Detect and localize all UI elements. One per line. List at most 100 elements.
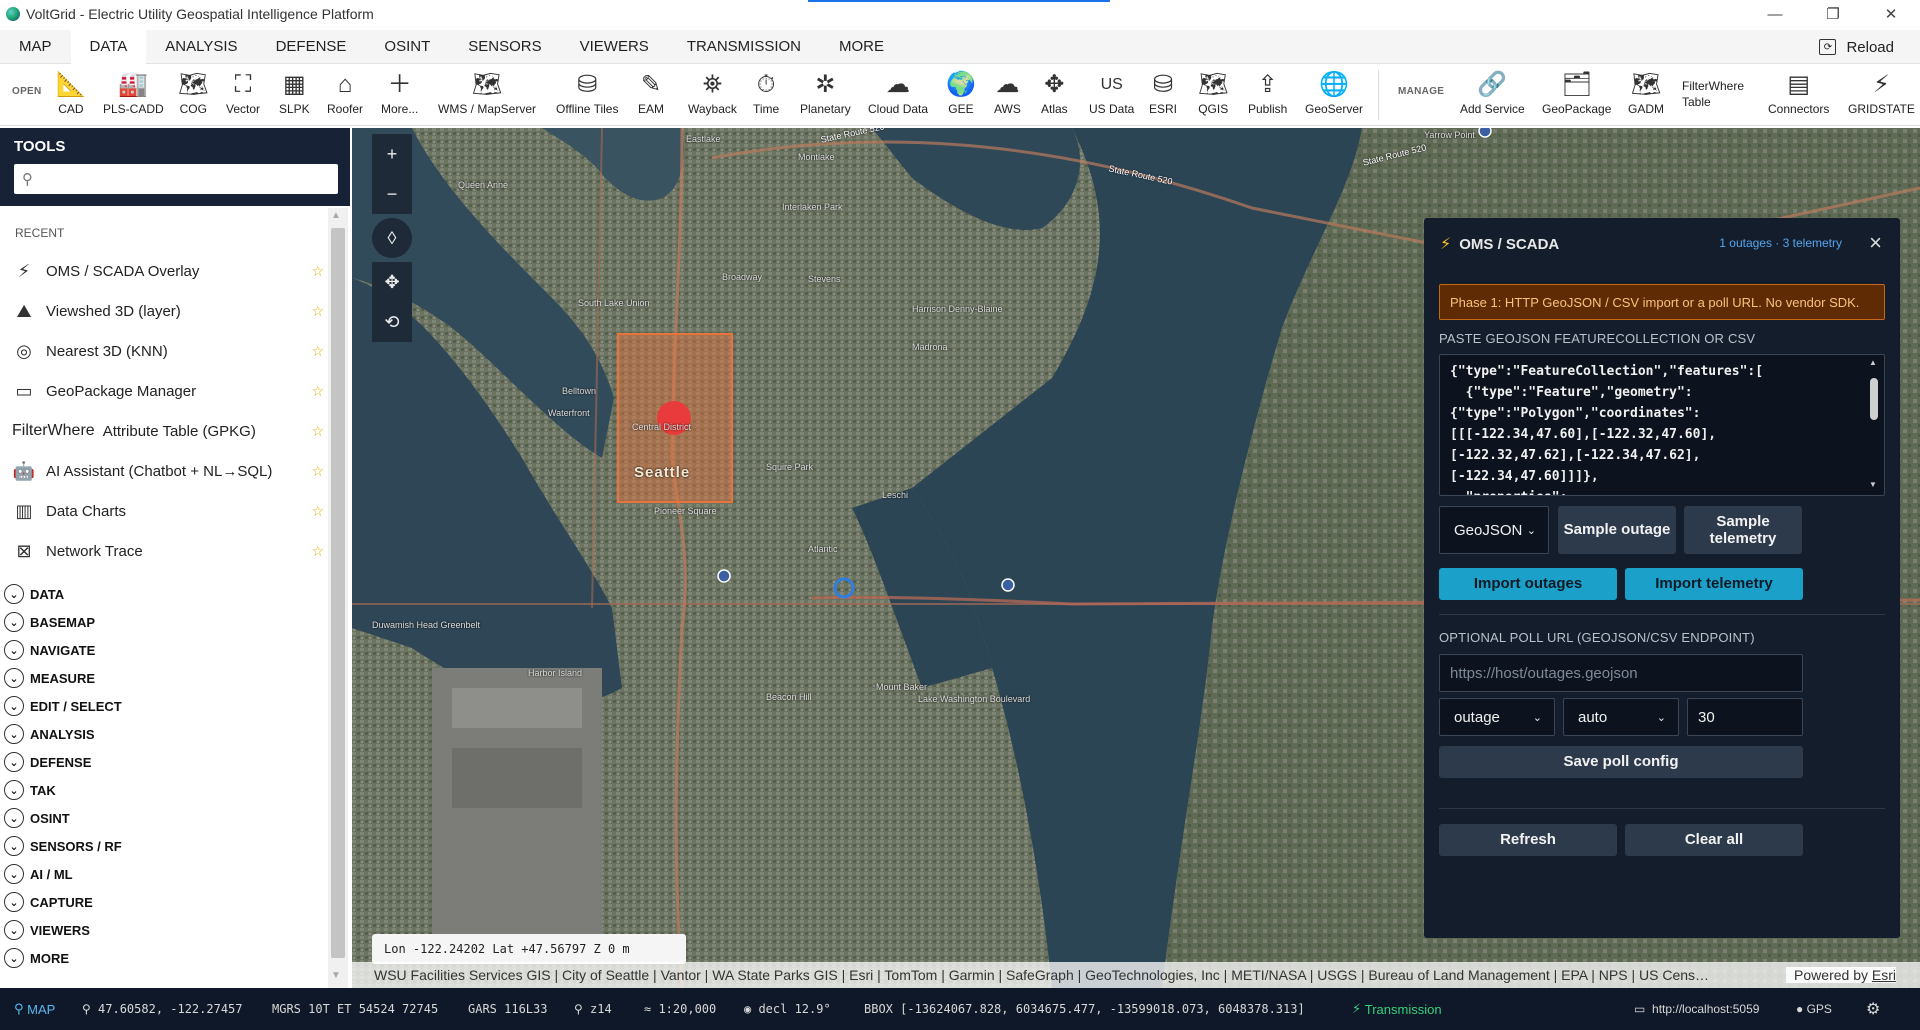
star-icon[interactable]: ☆	[311, 263, 324, 280]
poll-url-input[interactable]: https://host/outages.geojson	[1439, 654, 1803, 692]
scroll-down-icon[interactable]: ▼	[331, 970, 341, 981]
wms-mapserver-button[interactable]: 🗺 WMS / MapServer	[438, 68, 536, 117]
group-defense[interactable]: ⌄ DEFENSE	[4, 749, 91, 775]
tab-map[interactable]: MAP	[0, 30, 71, 64]
refresh-button[interactable]: Refresh	[1439, 824, 1617, 856]
tab-defense[interactable]: DEFENSE	[257, 30, 366, 64]
tools-search-input[interactable]: ⚲	[14, 164, 338, 194]
group-osint[interactable]: ⌄ OSINT	[4, 805, 70, 831]
settings-gear-icon[interactable]: ⚙	[1866, 988, 1880, 1030]
poll-kind-select[interactable]: outage ⌄	[1439, 698, 1555, 736]
group-viewers[interactable]: ⌄ VIEWERS	[4, 917, 90, 943]
gps-indicator[interactable]: ● GPS	[1796, 988, 1832, 1030]
cloud-data-button[interactable]: ☁ Cloud Data	[868, 68, 928, 117]
reload-button[interactable]: ⟳ Reload	[1819, 30, 1894, 64]
geopackage-button[interactable]: 🗂 GeoPackage	[1542, 68, 1611, 117]
close-window-button[interactable]: ✕	[1862, 0, 1920, 28]
recent-item-ai-assistant[interactable]: 🤖 AI Assistant (Chatbot + NL→SQL) ☆	[12, 451, 324, 491]
cog-button[interactable]: 🗺 COG	[178, 68, 208, 117]
star-icon[interactable]: ☆	[311, 383, 324, 400]
poll-interval-input[interactable]: 30	[1687, 698, 1803, 736]
geoserver-button[interactable]: 🌐 GeoServer	[1305, 68, 1363, 117]
tab-analysis[interactable]: ANALYSIS	[146, 30, 256, 64]
close-icon[interactable]: ×	[1869, 230, 1882, 256]
time-button[interactable]: ⏱ Time	[753, 68, 779, 117]
us-data-button[interactable]: US US Data	[1089, 68, 1134, 117]
gadm-button[interactable]: 🗺 GADM	[1628, 68, 1664, 117]
star-icon[interactable]: ☆	[311, 503, 324, 520]
pls-cadd-button[interactable]: 🏭 PLS-CADD	[103, 68, 164, 117]
group-sensors-rf[interactable]: ⌄ SENSORS / RF	[4, 833, 122, 859]
recent-item-geopackage[interactable]: ▭ GeoPackage Manager ☆	[12, 371, 324, 411]
star-icon[interactable]: ☆	[311, 423, 324, 440]
textarea-scrollbar[interactable]: ▲ ▼	[1867, 358, 1881, 492]
sample-outage-button[interactable]: Sample outage	[1558, 506, 1676, 554]
tab-osint[interactable]: OSINT	[365, 30, 449, 64]
tab-more[interactable]: MORE	[820, 30, 903, 64]
planetary-button[interactable]: ✲ Planetary	[800, 68, 851, 117]
recent-item-attribute-table[interactable]: FilterWhere Attribute Table (GPKG) ☆	[12, 411, 324, 451]
slpk-button[interactable]: ▦ SLPK	[279, 68, 310, 117]
compass-button[interactable]: ◊	[372, 218, 412, 258]
sidebar-scroll-thumb[interactable]	[331, 228, 345, 958]
connectors-button[interactable]: ▤ Connectors	[1768, 68, 1829, 117]
eam-button[interactable]: ✎ EAM	[638, 68, 664, 117]
more-open-button[interactable]: ＋ More...	[381, 68, 418, 117]
group-edit-select[interactable]: ⌄ EDIT / SELECT	[4, 693, 122, 719]
sample-telemetry-button[interactable]: Sample telemetry	[1684, 506, 1802, 554]
group-analysis[interactable]: ⌄ ANALYSIS	[4, 721, 95, 747]
aws-button[interactable]: ☁ AWS	[994, 68, 1021, 117]
wayback-button[interactable]: ⛯ Wayback	[688, 68, 737, 117]
esri-button[interactable]: ⛁ ESRI	[1149, 68, 1177, 117]
map-mode-indicator[interactable]: ⚲ MAP	[14, 988, 55, 1030]
group-tak[interactable]: ⌄ TAK	[4, 777, 56, 803]
atlas-button[interactable]: ✥ Atlas	[1041, 68, 1068, 117]
restore-button[interactable]: ❐	[1804, 0, 1862, 28]
recent-item-data-charts[interactable]: ▥ Data Charts ☆	[12, 491, 324, 531]
group-more[interactable]: ⌄ MORE	[4, 945, 69, 971]
transmission-indicator[interactable]: ⚡ Transmission	[1352, 988, 1442, 1030]
group-ai-ml[interactable]: ⌄ AI / ML	[4, 861, 73, 887]
tab-transmission[interactable]: TRANSMISSION	[668, 30, 820, 64]
save-poll-config-button[interactable]: Save poll config	[1439, 746, 1803, 778]
cad-button[interactable]: 📐 CAD	[56, 68, 86, 117]
gridstate-button[interactable]: ⚡ GRIDSTATE	[1848, 68, 1915, 117]
poll-format-select[interactable]: auto ⌄	[1563, 698, 1679, 736]
add-service-button[interactable]: 🔗 Add Service	[1460, 68, 1525, 117]
publish-button[interactable]: ⇪ Publish	[1248, 68, 1287, 117]
qgis-button[interactable]: 🗺 QGIS	[1198, 68, 1228, 117]
geojson-textarea[interactable]: {"type":"FeatureCollection","features":[…	[1439, 354, 1885, 496]
recent-item-oms-scada[interactable]: ⚡ OMS / SCADA Overlay ☆	[12, 251, 324, 291]
textarea-scroll-thumb[interactable]	[1870, 378, 1878, 420]
recent-item-nearest[interactable]: ◎ Nearest 3D (KNN) ☆	[12, 331, 324, 371]
import-telemetry-button[interactable]: Import telemetry	[1625, 568, 1803, 600]
roofer-button[interactable]: ⌂ Roofer	[327, 68, 363, 117]
group-navigate[interactable]: ⌄ NAVIGATE	[4, 637, 95, 663]
vector-button[interactable]: ⛶ Vector	[226, 68, 260, 117]
esri-link[interactable]: Esri	[1872, 967, 1896, 983]
tab-viewers[interactable]: VIEWERS	[561, 30, 668, 64]
star-icon[interactable]: ☆	[311, 303, 324, 320]
group-measure[interactable]: ⌄ MEASURE	[4, 665, 95, 691]
group-capture[interactable]: ⌄ CAPTURE	[4, 889, 93, 915]
recent-item-network-trace[interactable]: ⊠ Network Trace ☆	[12, 531, 324, 571]
tab-sensors[interactable]: SENSORS	[449, 30, 560, 64]
pan-icon[interactable]: ✥	[372, 262, 412, 302]
offline-tiles-button[interactable]: ⛁ Offline Tiles	[556, 68, 618, 117]
zoom-in-button[interactable]: +	[372, 134, 412, 174]
scroll-down-icon[interactable]: ▼	[1869, 480, 1877, 489]
zoom-out-button[interactable]: −	[372, 174, 412, 214]
scroll-up-icon[interactable]: ▲	[331, 210, 341, 221]
group-basemap[interactable]: ⌄ BASEMAP	[4, 609, 95, 635]
import-outages-button[interactable]: Import outages	[1439, 568, 1617, 600]
group-data[interactable]: ⌄ DATA	[4, 581, 64, 607]
recent-item-viewshed[interactable]: ⛰ Viewshed 3D (layer) ☆	[12, 291, 324, 331]
gee-button[interactable]: 🌍 GEE	[946, 68, 976, 117]
star-icon[interactable]: ☆	[311, 343, 324, 360]
clear-all-button[interactable]: Clear all	[1625, 824, 1803, 856]
rotate-icon[interactable]: ⟲	[372, 302, 412, 342]
star-icon[interactable]: ☆	[311, 463, 324, 480]
format-select[interactable]: GeoJSON ⌄	[1439, 506, 1549, 554]
filterwhere-table-button[interactable]: FilterWhere Table	[1682, 78, 1744, 110]
minimize-button[interactable]: —	[1746, 0, 1804, 28]
